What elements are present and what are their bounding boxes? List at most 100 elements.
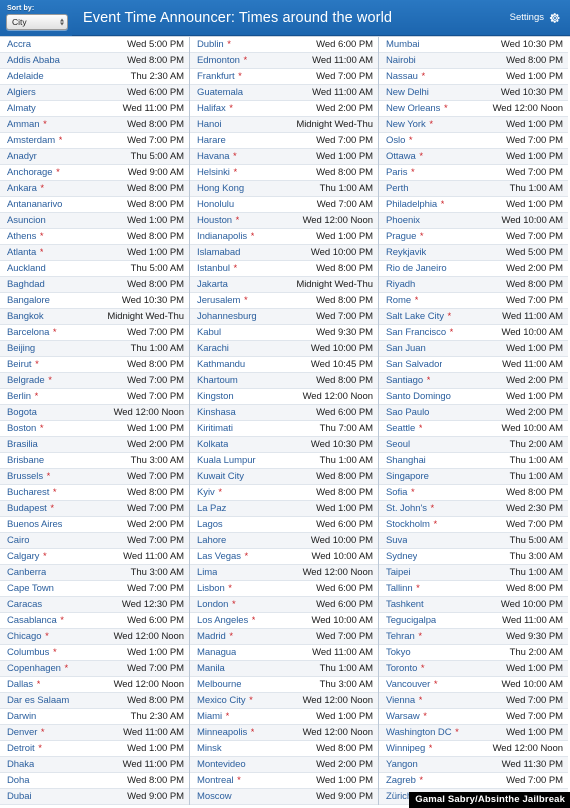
city-link[interactable]: Seoul	[386, 437, 410, 452]
city-link[interactable]: Caracas	[7, 597, 42, 612]
city-link[interactable]: Khartoum	[197, 373, 238, 388]
sort-by-control[interactable]: Sort by: City	[0, 0, 72, 36]
city-link[interactable]: Harare	[197, 133, 226, 148]
city-link[interactable]: Toronto *	[386, 661, 425, 676]
city-link[interactable]: Berlin *	[7, 389, 38, 404]
city-link[interactable]: Anchorage *	[7, 165, 60, 180]
city-link[interactable]: Budapest *	[7, 501, 54, 516]
settings-button[interactable]: Settings	[510, 12, 570, 24]
city-link[interactable]: Ankara *	[7, 181, 44, 196]
city-link[interactable]: Lagos	[197, 517, 223, 532]
city-link[interactable]: Almaty	[7, 101, 36, 116]
city-link[interactable]: Asuncion	[7, 213, 46, 228]
city-link[interactable]: Dublin *	[197, 37, 231, 52]
city-link[interactable]: Moscow	[197, 789, 232, 804]
city-link[interactable]: Lahore	[197, 533, 226, 548]
city-link[interactable]: Miami *	[197, 709, 229, 724]
city-link[interactable]: Phoenix	[386, 213, 420, 228]
city-link[interactable]: New York *	[386, 117, 433, 132]
city-link[interactable]: Hanoi	[197, 117, 222, 132]
city-link[interactable]: Indianapolis *	[197, 229, 254, 244]
city-link[interactable]: Montevideo	[197, 757, 246, 772]
city-link[interactable]: Bangalore	[7, 293, 50, 308]
city-link[interactable]: Denver *	[7, 725, 45, 740]
city-link[interactable]: Antananarivo	[7, 197, 62, 212]
city-link[interactable]: Honolulu	[197, 197, 234, 212]
city-link[interactable]: Rome *	[386, 293, 418, 308]
city-link[interactable]: Istanbul *	[197, 261, 237, 276]
city-link[interactable]: Addis Ababa	[7, 53, 60, 68]
city-link[interactable]: Madrid *	[197, 629, 233, 644]
city-link[interactable]: Kinshasa	[197, 405, 236, 420]
city-link[interactable]: San Juan	[386, 341, 426, 356]
city-link[interactable]: Dar es Salaam	[7, 693, 69, 708]
city-link[interactable]: Mumbai	[386, 37, 420, 52]
city-link[interactable]: Dubai	[7, 789, 32, 804]
city-link[interactable]: Barcelona *	[7, 325, 57, 340]
city-link[interactable]: Detroit *	[7, 741, 42, 756]
city-link[interactable]: Amman *	[7, 117, 47, 132]
city-link[interactable]: Ottawa *	[386, 149, 423, 164]
city-link[interactable]: Kuala Lumpur	[197, 453, 256, 468]
city-link[interactable]: Riyadh	[386, 277, 415, 292]
city-link[interactable]: Sofia *	[386, 485, 415, 500]
city-link[interactable]: Kingston	[197, 389, 234, 404]
city-link[interactable]: Yangon	[386, 757, 418, 772]
city-link[interactable]: San Salvador	[386, 357, 442, 372]
city-link[interactable]: Darwin	[7, 709, 36, 724]
city-link[interactable]: Helsinki *	[197, 165, 237, 180]
city-link[interactable]: Bucharest *	[7, 485, 57, 500]
city-link[interactable]: Havana *	[197, 149, 237, 164]
city-link[interactable]: Guatemala	[197, 85, 243, 100]
city-link[interactable]: Minsk	[197, 741, 222, 756]
city-link[interactable]: Karachi	[197, 341, 229, 356]
city-link[interactable]: Brasilia	[7, 437, 38, 452]
city-link[interactable]: Warsaw *	[386, 709, 427, 724]
city-link[interactable]: Santiago *	[386, 373, 430, 388]
city-link[interactable]: Nassau *	[386, 69, 425, 84]
city-link[interactable]: Casablanca *	[7, 613, 64, 628]
city-link[interactable]: Cairo	[7, 533, 29, 548]
city-link[interactable]: New Orleans *	[386, 101, 448, 116]
sort-by-select[interactable]: City	[6, 13, 68, 30]
city-link[interactable]: Tehran *	[386, 629, 422, 644]
city-link[interactable]: Houston *	[197, 213, 239, 228]
city-link[interactable]: Belgrade *	[7, 373, 52, 388]
city-link[interactable]: Amsterdam *	[7, 133, 62, 148]
city-link[interactable]: Melbourne	[197, 677, 241, 692]
city-link[interactable]: Hong Kong	[197, 181, 244, 196]
city-link[interactable]: Santo Domingo	[386, 389, 451, 404]
city-link[interactable]: Rio de Janeiro	[386, 261, 447, 276]
city-link[interactable]: Kiritimati	[197, 421, 233, 436]
city-link[interactable]: Reykjavik	[386, 245, 426, 260]
city-link[interactable]: Islamabad	[197, 245, 240, 260]
city-link[interactable]: Tokyo	[386, 645, 411, 660]
city-link[interactable]: Boston *	[7, 421, 44, 436]
city-link[interactable]: Washington DC *	[386, 725, 459, 740]
city-link[interactable]: Columbus *	[7, 645, 57, 660]
city-link[interactable]: Zagreb *	[386, 773, 423, 788]
city-link[interactable]: Philadelphia *	[386, 197, 444, 212]
city-link[interactable]: Mexico City *	[197, 693, 253, 708]
city-link[interactable]: London *	[197, 597, 236, 612]
city-link[interactable]: Athens *	[7, 229, 44, 244]
city-link[interactable]: Brussels *	[7, 469, 50, 484]
city-link[interactable]: Kyiv *	[197, 485, 222, 500]
city-link[interactable]: Johannesburg	[197, 309, 257, 324]
city-link[interactable]: Singapore	[386, 469, 429, 484]
city-link[interactable]: San Francisco *	[386, 325, 453, 340]
city-link[interactable]: Tallinn *	[386, 581, 420, 596]
city-link[interactable]: Perth	[386, 181, 408, 196]
city-link[interactable]: Montreal *	[197, 773, 241, 788]
city-link[interactable]: Shanghai	[386, 453, 426, 468]
city-link[interactable]: Los Angeles *	[197, 613, 255, 628]
city-link[interactable]: Jerusalem *	[197, 293, 248, 308]
city-link[interactable]: Chicago *	[7, 629, 49, 644]
city-link[interactable]: Canberra	[7, 565, 46, 580]
city-link[interactable]: Oslo *	[386, 133, 413, 148]
city-link[interactable]: Kuwait City	[197, 469, 244, 484]
city-link[interactable]: Salt Lake City *	[386, 309, 451, 324]
city-link[interactable]: Adelaide	[7, 69, 44, 84]
city-link[interactable]: Doha	[7, 773, 30, 788]
city-link[interactable]: Bogota	[7, 405, 37, 420]
